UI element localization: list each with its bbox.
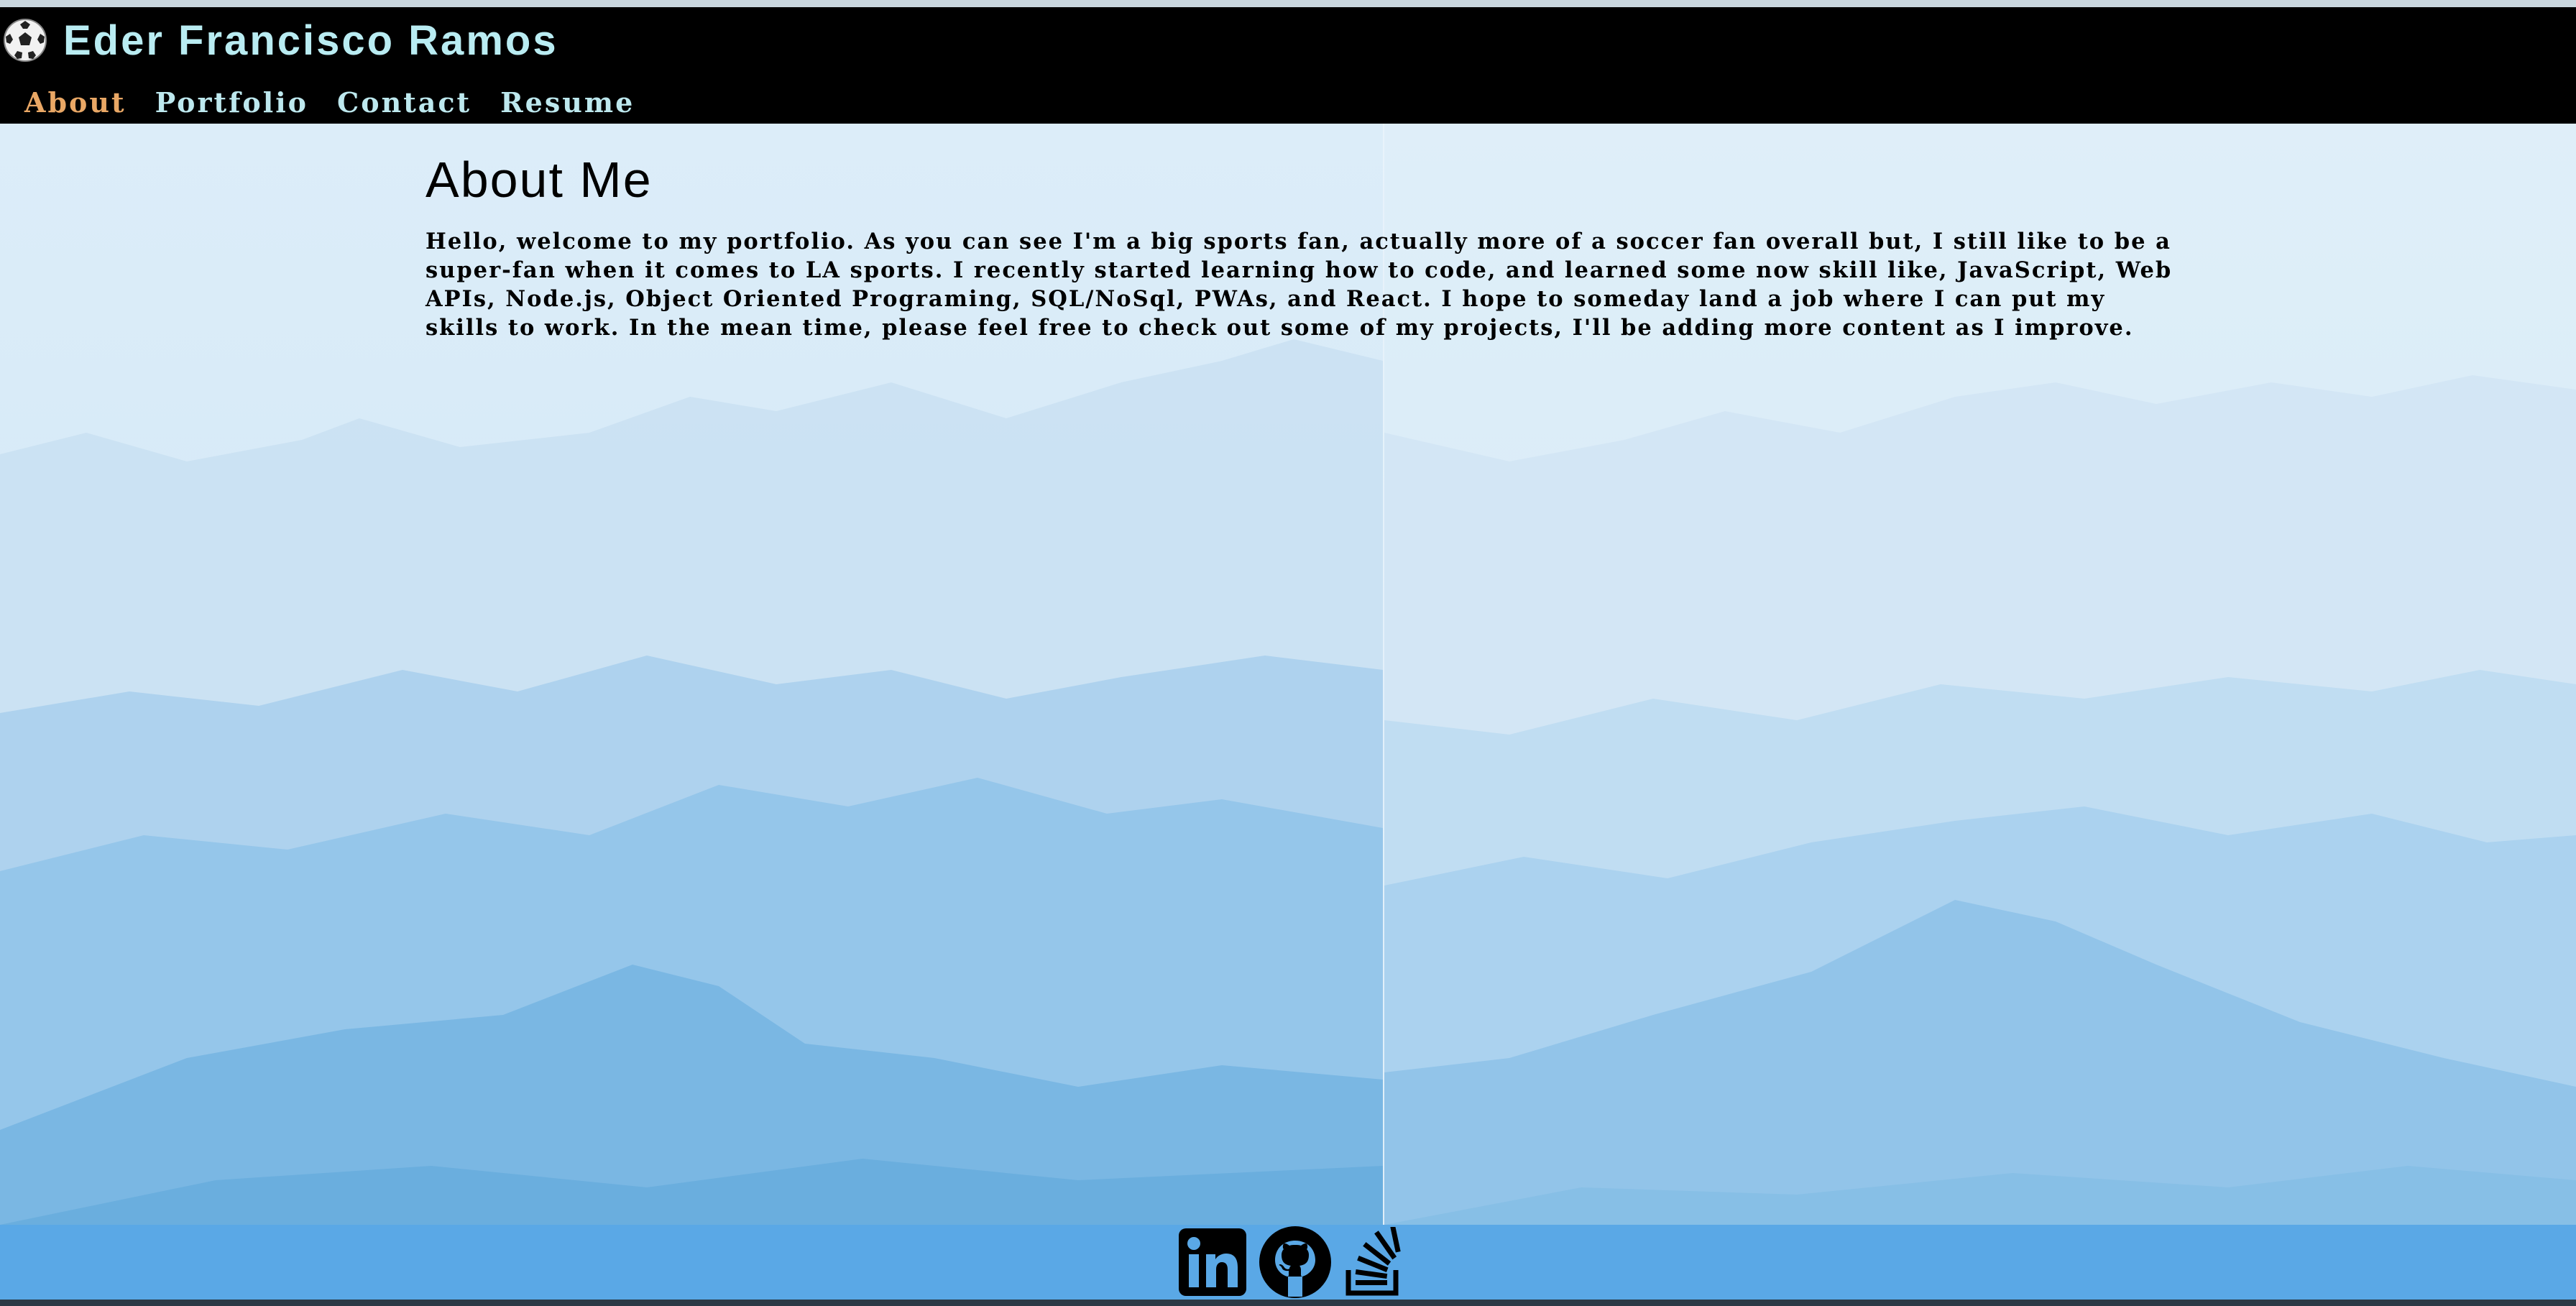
nav-link-contact[interactable]: Contact [337,86,472,119]
site-title[interactable]: Eder Francisco Ramos [63,17,558,65]
github-icon[interactable] [1258,1225,1333,1303]
nav-link-about[interactable]: About [24,86,126,119]
nav-link-resume[interactable]: Resume [500,86,635,119]
stackoverflow-icon[interactable] [1343,1225,1404,1301]
soccer-ball-icon [3,18,47,63]
linkedin-icon[interactable] [1177,1227,1248,1301]
social-links [1177,1225,1404,1303]
nav-link-portfolio[interactable]: Portfolio [155,86,308,119]
page-title: About Me [426,152,653,208]
about-section: About Me Hello, welcome to my portfolio.… [426,144,2179,342]
site-header: Eder Francisco Ramos About Portfolio Con… [0,7,2576,124]
brand: Eder Francisco Ramos [3,12,558,69]
about-paragraph: Hello, welcome to my portfolio. As you c… [426,229,2173,341]
page: Eder Francisco Ramos About Portfolio Con… [0,0,2576,1306]
window-top-strip [0,0,2576,7]
window-bottom-strip [0,1300,2576,1306]
main-nav: About Portfolio Contact Resume [24,86,635,119]
